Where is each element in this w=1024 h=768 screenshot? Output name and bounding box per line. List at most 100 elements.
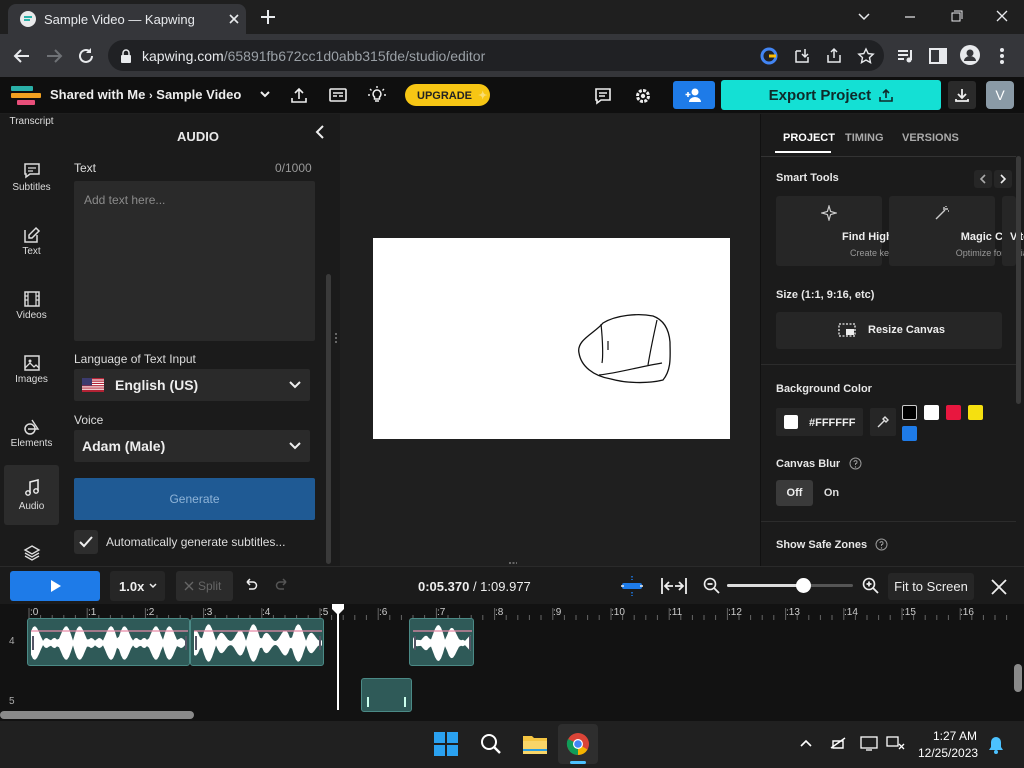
audio-clip[interactable] <box>190 618 324 666</box>
chrome-taskbar-button[interactable] <box>558 724 598 764</box>
zoom-slider-thumb[interactable] <box>795 578 811 593</box>
help-circle-icon[interactable] <box>875 538 888 551</box>
generate-button[interactable]: Generate <box>74 478 315 520</box>
clip-trim-handle[interactable] <box>367 697 369 707</box>
minimize-icon[interactable] <box>898 6 922 28</box>
battery-saver-icon[interactable] <box>829 735 849 751</box>
panel-resize-handle-icon[interactable] <box>334 332 338 346</box>
audio-clip[interactable] <box>361 678 412 712</box>
sidebar-item-text[interactable]: Text <box>4 220 59 280</box>
tools-prev-chevron-icon[interactable] <box>974 170 992 188</box>
tab-close-icon[interactable] <box>226 11 242 27</box>
kapwing-logo-icon[interactable] <box>11 84 41 106</box>
blur-off-toggle[interactable]: Off <box>776 480 813 506</box>
background-color-input[interactable]: #FFFFFF <box>776 408 863 436</box>
collapse-panel-chevron-icon[interactable] <box>313 124 327 140</box>
clock-date[interactable]: 12/25/2023 <box>918 746 978 760</box>
tab-search-chevron-icon[interactable] <box>852 6 876 28</box>
swatch-white[interactable] <box>924 405 939 420</box>
address-bar[interactable]: kapwing.com/65891fb672cc1d0abb315fde/stu… <box>108 40 884 71</box>
bookmark-star-icon[interactable] <box>857 47 875 65</box>
breadcrumb-parent[interactable]: Shared with Me <box>50 87 145 102</box>
clip-trim-handle[interactable] <box>185 636 187 650</box>
clip-trim-handle[interactable] <box>319 636 321 650</box>
panel-scrollbar[interactable] <box>326 274 331 564</box>
side-panel-icon[interactable] <box>928 46 948 66</box>
zoom-out-icon[interactable] <box>703 577 721 595</box>
lightbulb-icon[interactable] <box>367 85 387 105</box>
play-button[interactable] <box>10 571 100 601</box>
find-highlights-card[interactable]: Find Highlights Create key clips <box>776 196 922 266</box>
snap-magnet-icon[interactable] <box>619 575 645 597</box>
clip-trim-handle[interactable] <box>32 636 34 650</box>
split-button[interactable]: Split <box>176 571 233 601</box>
media-controls-icon[interactable] <box>896 46 916 66</box>
tts-text-input[interactable]: Add text here... <box>74 181 315 341</box>
audio-clip[interactable] <box>27 618 190 666</box>
timeline-vertical-scrollbar[interactable] <box>1014 664 1022 692</box>
third-tool-card[interactable]: V <box>1002 196 1017 266</box>
sidebar-item-elements[interactable]: Elements <box>4 412 59 472</box>
zoom-slider-track[interactable] <box>727 578 853 593</box>
clip-trim-handle[interactable] <box>195 636 197 650</box>
project-name[interactable]: Sample Video <box>156 87 241 102</box>
redo-icon[interactable] <box>275 578 289 592</box>
swatch-black[interactable] <box>902 405 917 420</box>
back-arrow-icon[interactable] <box>12 46 32 66</box>
fit-width-icon[interactable] <box>660 576 688 596</box>
network-disconnected-icon[interactable] <box>886 735 906 751</box>
sketch-drawing[interactable] <box>373 238 730 439</box>
sidebar-item-transcript[interactable]: Transcript <box>4 114 59 132</box>
display-icon[interactable] <box>860 735 878 751</box>
audio-clip[interactable] <box>409 618 474 666</box>
blur-on-toggle[interactable]: On <box>813 480 850 506</box>
file-explorer-icon[interactable] <box>522 732 548 756</box>
sidebar-item-images[interactable]: Images <box>4 348 59 408</box>
window-close-icon[interactable] <box>990 6 1014 28</box>
profile-icon[interactable] <box>960 45 980 65</box>
close-timeline-icon[interactable] <box>990 578 1008 596</box>
sidebar-item-videos[interactable]: Videos <box>4 284 59 344</box>
swatch-yellow[interactable] <box>968 405 983 420</box>
windows-start-icon[interactable] <box>434 732 458 756</box>
share-icon[interactable] <box>825 47 843 65</box>
help-circle-icon[interactable] <box>849 457 862 470</box>
auto-subtitles-checkbox[interactable] <box>74 530 98 554</box>
sidebar-item-audio[interactable]: Audio <box>4 465 59 525</box>
reload-icon[interactable] <box>76 46 96 66</box>
tab-project[interactable]: PROJECT <box>783 132 835 144</box>
google-lens-icon[interactable] <box>760 47 778 65</box>
clock-time[interactable]: 1:27 AM <box>933 729 977 743</box>
invite-collaborator-button[interactable] <box>673 81 715 109</box>
playhead-marker-icon[interactable] <box>331 604 345 616</box>
undo-icon[interactable] <box>244 578 258 592</box>
upload-icon[interactable] <box>290 86 308 104</box>
tab-versions[interactable]: VERSIONS <box>902 132 959 144</box>
swatch-blue[interactable] <box>902 426 917 441</box>
clip-trim-handle[interactable] <box>469 636 471 650</box>
upgrade-button[interactable]: UPGRADE ✦ <box>405 84 490 106</box>
export-project-button[interactable]: Export Project <box>721 80 941 110</box>
resize-canvas-button[interactable]: Resize Canvas <box>776 312 1002 349</box>
tools-next-chevron-icon[interactable] <box>994 170 1012 188</box>
clip-trim-handle[interactable] <box>414 636 416 650</box>
project-chevron-down-icon[interactable] <box>258 87 272 101</box>
playhead[interactable] <box>332 604 344 710</box>
notification-bell-icon[interactable] <box>987 735 1005 755</box>
comments-icon[interactable] <box>593 86 613 106</box>
eyedropper-button[interactable] <box>870 408 896 436</box>
timeline-resize-handle-icon[interactable] <box>508 561 518 565</box>
install-app-icon[interactable] <box>793 47 811 65</box>
language-select[interactable]: English (US) <box>74 369 310 401</box>
playback-speed-select[interactable]: 1.0x <box>110 571 165 601</box>
browser-tab[interactable]: Sample Video — Kapwing <box>8 4 246 34</box>
download-button[interactable] <box>948 81 976 109</box>
captions-icon[interactable] <box>328 86 348 104</box>
system-tray-chevron-up-icon[interactable] <box>799 737 813 749</box>
swatch-red[interactable] <box>946 405 961 420</box>
new-tab-icon[interactable] <box>258 7 278 27</box>
clip-trim-handle[interactable] <box>404 697 406 707</box>
properties-scrollbar[interactable] <box>1016 156 1021 404</box>
chrome-menu-icon[interactable] <box>994 46 1010 66</box>
sidebar-item-subtitles[interactable]: Subtitles <box>4 156 59 216</box>
